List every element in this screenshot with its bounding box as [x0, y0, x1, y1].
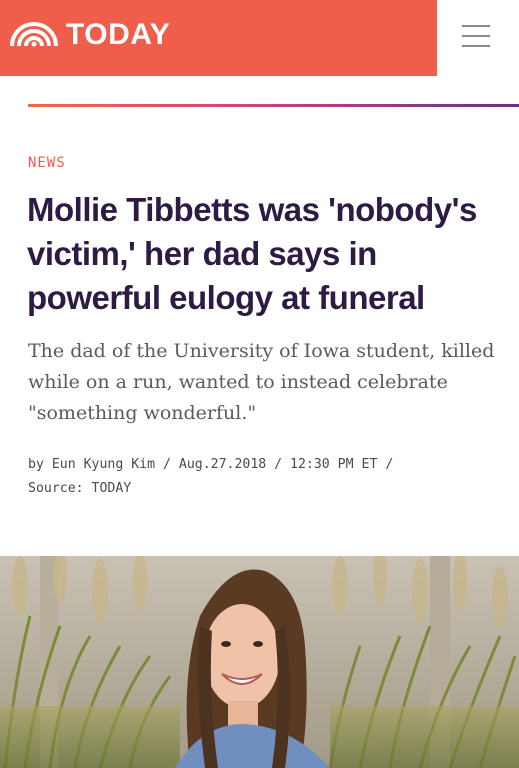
byline-separator: / — [266, 457, 291, 472]
article-dek: The dad of the University of Iowa studen… — [28, 340, 495, 424]
category-label[interactable]: NEWS — [28, 154, 66, 172]
article-byline: by Eun Kyung Kim / Aug.27.2018 / 12:30 P… — [28, 453, 498, 501]
byline-separator: / — [377, 457, 394, 472]
menu-line — [462, 45, 490, 47]
hero-image[interactable] — [0, 556, 519, 768]
byline-time: 12:30 PM ET — [290, 457, 378, 472]
byline-date: Aug.27.2018 — [178, 457, 267, 472]
menu-line — [462, 35, 490, 37]
header-divider — [28, 104, 519, 107]
article-headline: Mollie Tibbetts was 'nobody's victim,' h… — [27, 191, 477, 316]
hero-photo-illustration — [0, 556, 519, 768]
rainbow-logo-icon — [10, 22, 58, 47]
byline-author[interactable]: by Eun Kyung Kim — [28, 457, 155, 472]
byline-source: Source: TODAY — [28, 481, 132, 496]
article-page: TODAY NEWS Mollie Tibbetts was 'nobody's… — [0, 0, 519, 768]
site-header[interactable]: TODAY — [0, 0, 437, 76]
hamburger-menu-icon[interactable] — [452, 22, 498, 50]
brand-logo-text[interactable]: TODAY — [66, 17, 170, 53]
byline-separator: / — [155, 457, 179, 472]
menu-line — [462, 25, 490, 27]
